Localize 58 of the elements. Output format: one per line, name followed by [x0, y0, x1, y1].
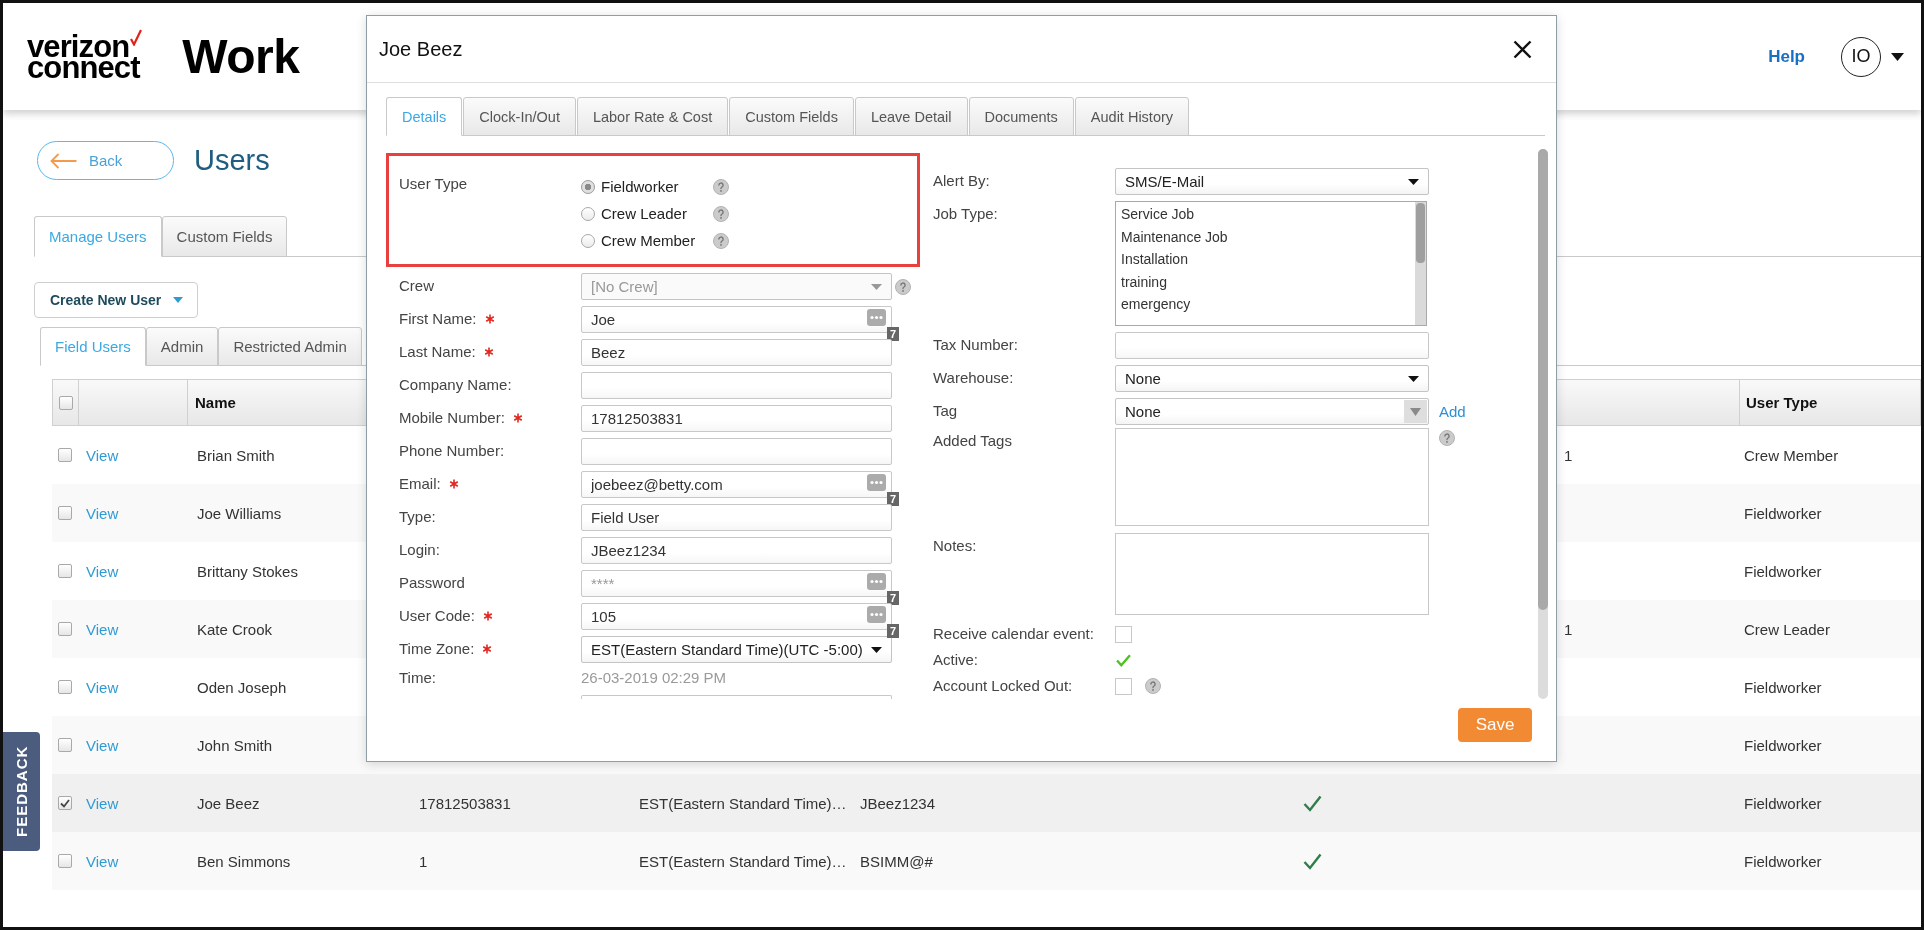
- table-cell: Brian Smith: [197, 446, 275, 464]
- table-cell: Fieldworker: [1744, 678, 1822, 696]
- number-badge: 7: [887, 327, 899, 341]
- number-badge: 7: [887, 492, 899, 506]
- field-label: Active:: [933, 650, 978, 670]
- logo-text: verizon: [27, 35, 130, 57]
- table-cell: Joe Williams: [197, 504, 282, 522]
- table-cell: Fieldworker: [1744, 736, 1822, 754]
- table-cell: JBeez1234: [860, 794, 936, 812]
- dialog-title: Joe Beez: [379, 37, 463, 61]
- table-cell: John Smith: [197, 736, 273, 754]
- page-title: Users: [194, 144, 270, 177]
- field-label: Login:: [399, 540, 440, 560]
- field-label: Job Type:: [933, 204, 998, 224]
- table-cell: Fieldworker: [1744, 562, 1822, 580]
- table-cell: Crew Leader: [1744, 620, 1830, 638]
- field-label: Alert By:: [933, 171, 990, 191]
- field-label: Receive calendar event:: [933, 624, 1094, 644]
- table-cell: Brittany Stokes: [197, 562, 298, 580]
- field-label: Crew: [399, 276, 434, 296]
- table-cell: Fieldworker: [1744, 794, 1822, 812]
- field-label: Warehouse:: [933, 368, 1014, 388]
- table-cell: EST(Eastern Standard Time)…: [639, 794, 847, 812]
- table-cell: Fieldworker: [1744, 504, 1822, 522]
- number-badge: 7: [887, 591, 899, 605]
- field-label: Time Zone:: [399, 639, 475, 659]
- table-cell: EST(Eastern Standard Time)…: [639, 852, 847, 870]
- field-label: Account Locked Out:: [933, 676, 1073, 696]
- table-cell: Crew Member: [1744, 446, 1839, 464]
- table-cell: 1: [1564, 620, 1573, 638]
- field-label: Time:: [399, 668, 436, 688]
- field-label: User Code:: [399, 606, 475, 626]
- field-label: Type:: [399, 507, 436, 527]
- field-label: Phone Number:: [399, 441, 505, 461]
- field-label: Tax Number:: [933, 335, 1019, 355]
- field-label: Notes:: [933, 536, 977, 556]
- number-badge: 7: [887, 624, 899, 638]
- field-label: First Name:: [399, 309, 477, 329]
- field-label: Mobile Number:: [399, 408, 505, 428]
- product-name: Work: [182, 31, 300, 82]
- field-value: 26-03-2019 02:29 PM: [581, 668, 727, 688]
- table-cell: 1: [419, 852, 428, 870]
- table-cell: Fieldworker: [1744, 852, 1822, 870]
- table-cell: 17812503831: [419, 794, 511, 812]
- field-label: Tag: [933, 401, 958, 421]
- logo-text: connect: [27, 56, 142, 78]
- table-cell: Joe Beez: [197, 794, 260, 812]
- table-cell: Ben Simmons: [197, 852, 291, 870]
- table-cell: BSIMM@#: [860, 852, 933, 870]
- field-label: Email:: [399, 474, 441, 494]
- field-label: Password: [399, 573, 465, 593]
- field-label: User Type: [399, 174, 469, 194]
- table-cell: Kate Crook: [197, 620, 273, 638]
- field-label: Company Name:: [399, 375, 512, 395]
- field-label: Last Name:: [399, 342, 476, 362]
- field-label: Added Tags: [933, 431, 1012, 451]
- table-cell: 1: [1564, 446, 1573, 464]
- table-cell: Oden Joseph: [197, 678, 287, 696]
